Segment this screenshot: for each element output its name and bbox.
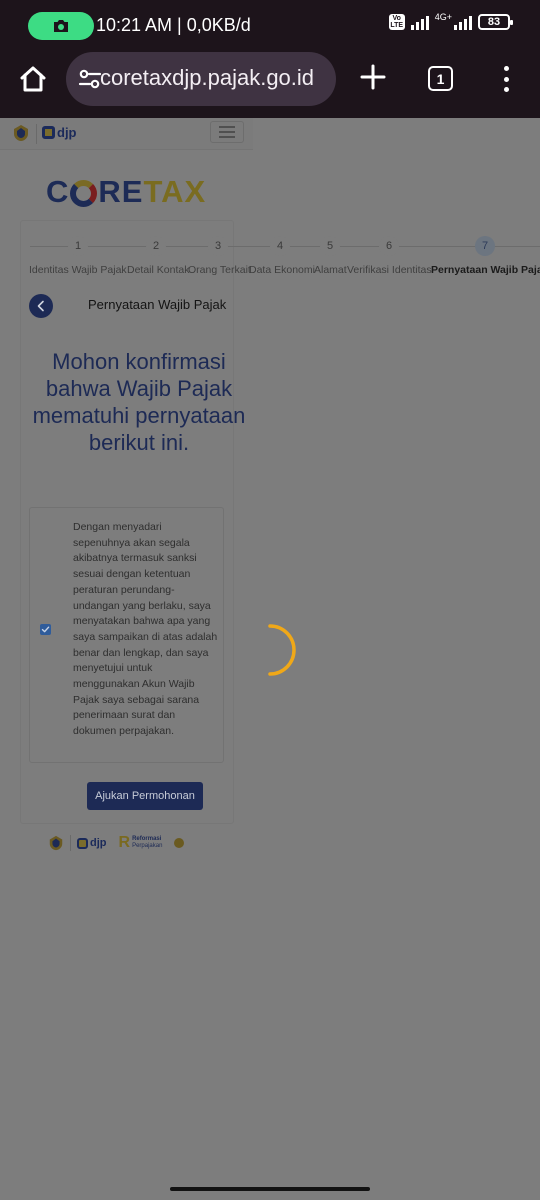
step-1-label: Identitas Wajib Pajak <box>29 264 127 276</box>
step-2-number[interactable]: 2 <box>146 236 166 256</box>
more-vertical-icon[interactable] <box>496 66 516 92</box>
partner-emblem-icon <box>174 838 185 848</box>
step-5-label: Alamat <box>314 264 347 276</box>
step-3-label: Orang Terkait <box>188 264 251 276</box>
confirmation-heading: Mohon konfirmasi bahwa Wajib Pajak memat… <box>32 349 246 455</box>
djp-logo[interactable]: djp <box>42 125 77 140</box>
tune-icon[interactable] <box>78 68 102 90</box>
network-type: 4G+ <box>434 12 452 22</box>
step-2-label: Detail Kontak <box>127 264 190 276</box>
step-4-label: Data Ekonomi <box>249 264 315 276</box>
kemenkeu-emblem-icon <box>14 125 28 141</box>
statement-box: Dengan menyadari sepenuhnya akan segala … <box>29 507 224 763</box>
coretax-logo: C RE TAX <box>46 174 207 209</box>
logo-o-ring-icon <box>70 179 98 207</box>
step-1-number[interactable]: 1 <box>68 236 88 256</box>
hamburger-icon[interactable] <box>210 121 244 143</box>
reformasi-perpajakan-logo: R Reformasi Perpajakan <box>118 834 163 851</box>
camera-icon <box>54 20 68 32</box>
site-header: djp <box>0 118 253 150</box>
step-5-number[interactable]: 5 <box>320 236 340 256</box>
volte-icon: Vo LTE <box>388 14 405 30</box>
status-time: 10:21 AM | 0,0KB/d <box>96 15 251 35</box>
step-6-number[interactable]: 6 <box>379 236 399 256</box>
submit-application-button[interactable]: Ajukan Permohonan <box>87 782 203 810</box>
status-bar: 10:21 AM | 0,0KB/d Vo LTE 4G+ 83 <box>0 0 540 52</box>
check-icon <box>41 626 50 633</box>
footer-djp-logo: djp <box>77 837 107 849</box>
step-6-label: Verifikasi Identitas <box>347 264 432 276</box>
url-bar[interactable]: coretaxdjp.pajak.go.id <box>66 52 336 106</box>
kemenkeu-emblem-icon <box>49 835 63 851</box>
home-icon[interactable] <box>18 64 48 94</box>
browser-toolbar: coretaxdjp.pajak.go.id 1 <box>0 52 540 118</box>
loading-spinner-icon <box>268 624 296 676</box>
page-content: djp C RE TAX 1 2 3 4 5 6 7 Identitas Wajib… <box>0 118 540 1200</box>
step-7-label: Pernyataan Wajib Pajak <box>431 264 540 276</box>
url-text[interactable]: coretaxdjp.pajak.go.id <box>100 65 314 91</box>
partner-logo <box>174 838 223 848</box>
statement-text: Dengan menyadari sepenuhnya akan segala … <box>73 521 218 738</box>
gesture-nav-handle[interactable] <box>170 1187 370 1191</box>
signal-strength-icon <box>410 14 429 30</box>
step-4-number[interactable]: 4 <box>270 236 290 256</box>
section-title: Pernyataan Wajib Pajak <box>88 297 227 312</box>
step-3-number[interactable]: 3 <box>208 236 228 256</box>
screen-record-indicator[interactable] <box>28 12 94 40</box>
tab-switcher-button[interactable]: 1 <box>428 66 453 91</box>
battery-indicator: 83 <box>478 14 513 30</box>
back-button[interactable] <box>29 294 53 318</box>
agreement-checkbox[interactable] <box>40 624 51 635</box>
footer-logos: djp R Reformasi Perpajakan <box>48 834 223 852</box>
registration-stepper: 1 2 3 4 5 6 7 Identitas Wajib Pajak Deta… <box>0 236 540 280</box>
signal-strength-2-icon <box>454 14 472 30</box>
chevron-left-icon <box>37 300 44 312</box>
step-7-number[interactable]: 7 <box>475 236 495 256</box>
plus-icon[interactable] <box>358 62 388 92</box>
